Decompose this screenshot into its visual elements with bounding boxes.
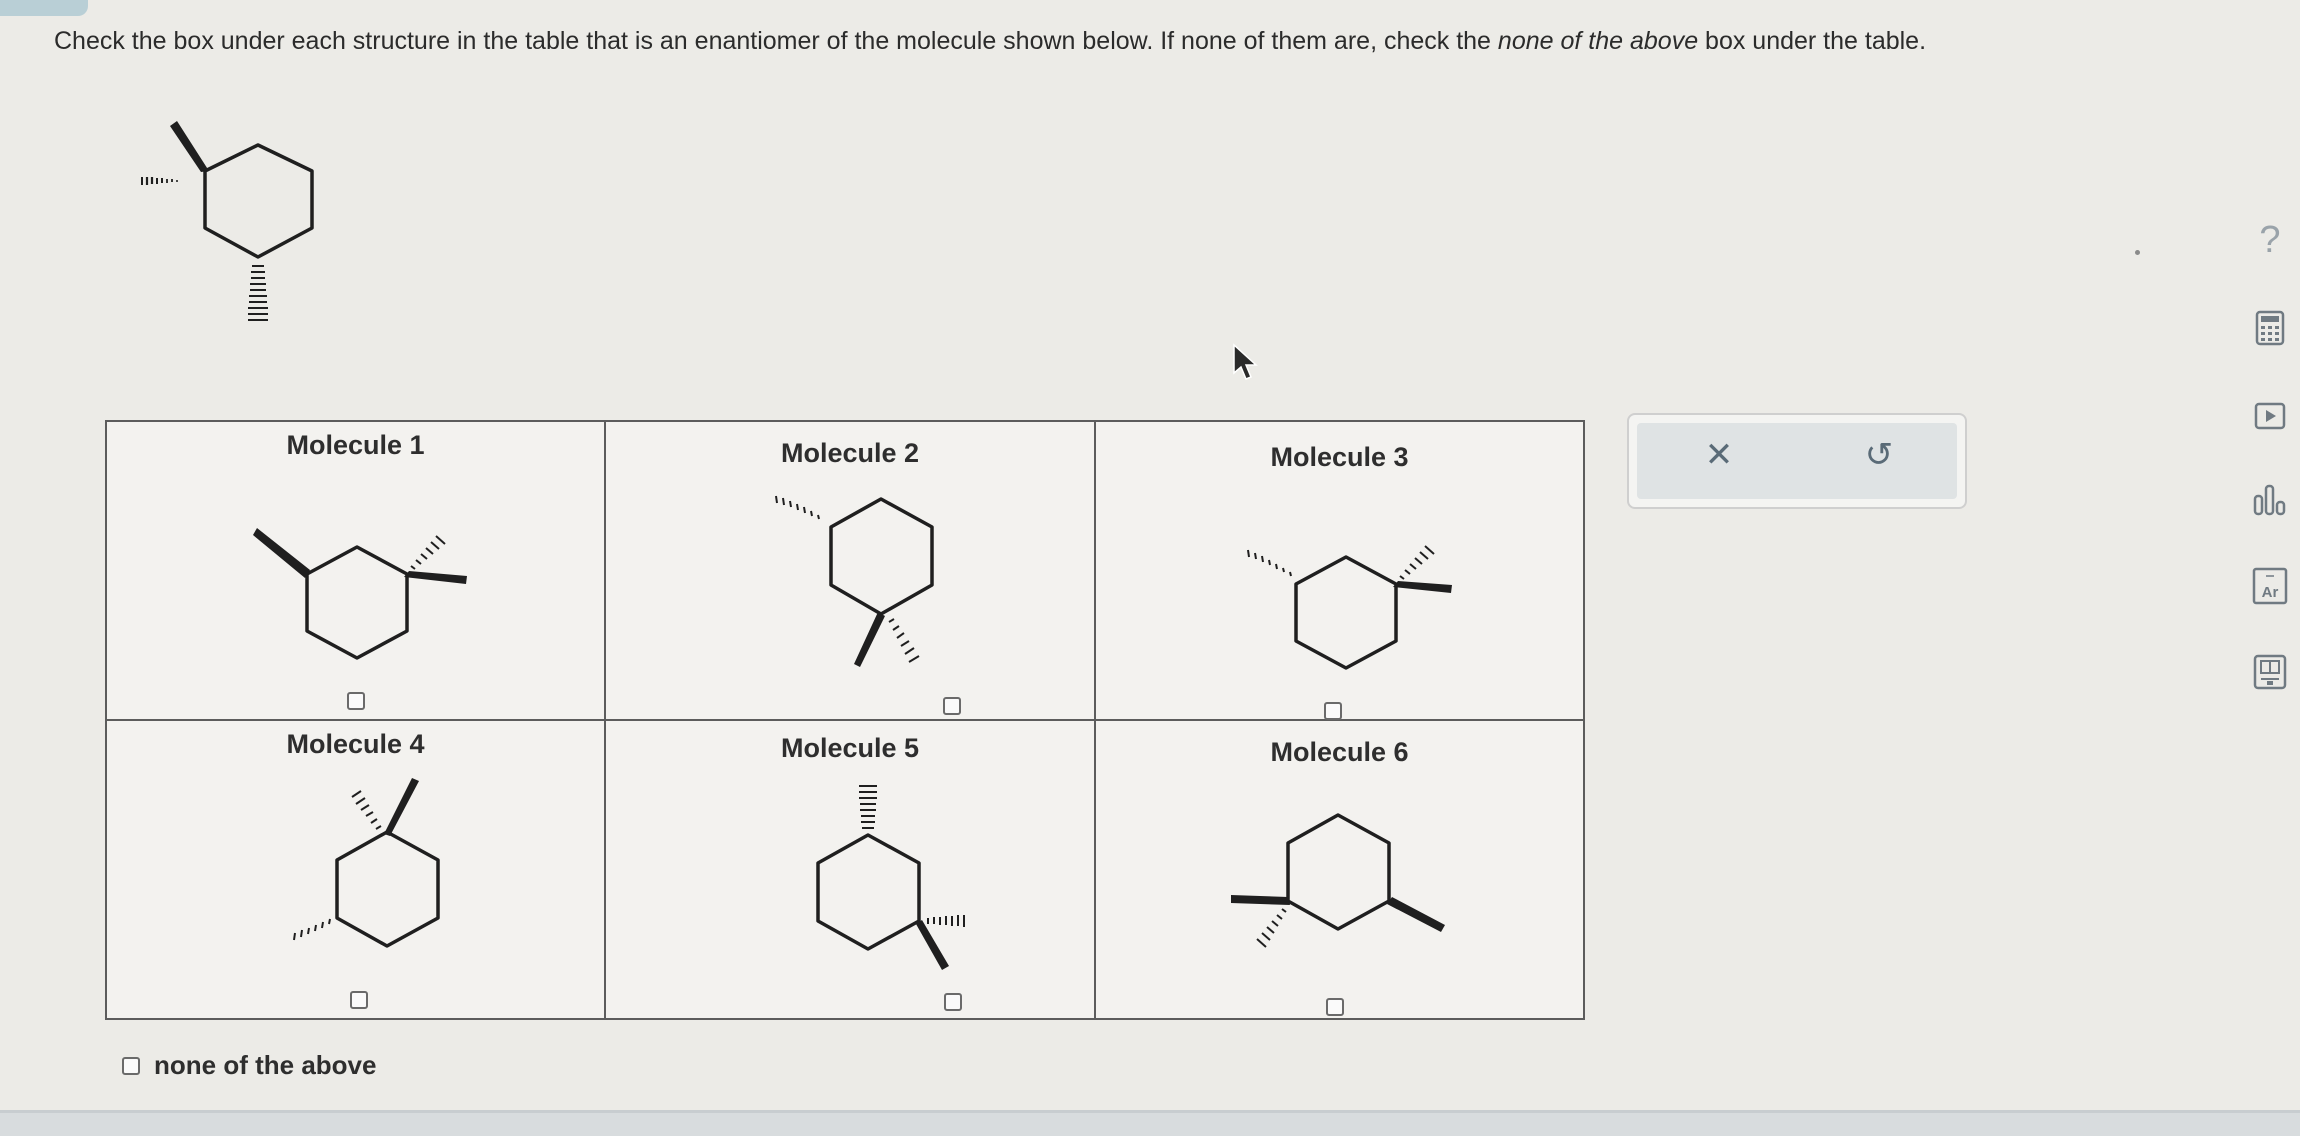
molecule-5-checkbox[interactable] <box>944 993 962 1011</box>
mouse-cursor-icon <box>1232 343 1260 388</box>
molecule-5-label: Molecule 5 <box>780 733 920 763</box>
molecule-4-checkbox[interactable] <box>350 991 368 1009</box>
question-text-part2: box under the table. <box>1698 27 1927 55</box>
molecule-2-structure <box>775 495 934 667</box>
periodic-table-icon-text: Ar <box>2262 584 2279 601</box>
help-button[interactable]: ? <box>2250 218 2290 261</box>
textbook-icon <box>2253 654 2287 690</box>
molecule-2-checkbox[interactable] <box>943 697 961 715</box>
cell-molecule-1: Molecule 1 <box>107 422 604 719</box>
bottom-bar <box>0 1110 2300 1136</box>
calculator-icon <box>2255 310 2285 346</box>
reference-molecule <box>141 121 314 321</box>
cell-molecule-2: Molecule 2 <box>606 422 1094 719</box>
molecule-2-label: Molecule 2 <box>780 438 920 468</box>
molecule-1-label: Molecule 1 <box>286 430 425 460</box>
video-button[interactable] <box>2250 396 2290 436</box>
question-text-emphasis: none of the above <box>1497 27 1699 55</box>
periodic-table-button[interactable]: Ar <box>2250 566 2290 606</box>
undo-icon: ↺ <box>1864 436 1894 474</box>
molecule-table: Molecule 1 Molecule 2 Molecule 3 Molecul… <box>105 420 1585 1020</box>
molecule-6-label: Molecule 6 <box>1270 737 1409 767</box>
molecule-3-checkbox[interactable] <box>1324 702 1342 720</box>
molecule-4-structure <box>293 778 440 948</box>
question-text: Check the box under each structure in th… <box>54 28 2204 55</box>
cell-molecule-3: Molecule 3 <box>1096 422 1583 720</box>
screen-dust-dot <box>2135 250 2140 255</box>
molecule-4-label: Molecule 4 <box>286 729 425 759</box>
molecule-1-structure <box>253 528 467 660</box>
molecule-6-structure <box>1231 813 1445 948</box>
undo-button[interactable]: ↺ <box>1857 433 1901 477</box>
close-icon: ✕ <box>1704 436 1734 474</box>
molecule-6-checkbox[interactable] <box>1326 998 1344 1016</box>
cell-molecule-5: Molecule 5 <box>606 721 1094 1018</box>
molecule-3-structure <box>1247 545 1452 670</box>
answer-action-panel: ✕ ↺ <box>1627 413 1967 509</box>
none-of-the-above-option[interactable]: none of the above <box>122 1050 376 1081</box>
video-play-icon <box>2254 402 2286 430</box>
molecule-5-structure <box>816 785 965 970</box>
question-mark-icon: ? <box>2259 218 2281 261</box>
calculator-button[interactable] <box>2250 308 2290 348</box>
cell-molecule-6: Molecule 6 <box>1096 721 1583 1018</box>
molecule-3-label: Molecule 3 <box>1270 442 1409 472</box>
none-of-the-above-label: none of the above <box>154 1050 377 1080</box>
molecule-1-checkbox[interactable] <box>347 692 365 710</box>
clear-button[interactable]: ✕ <box>1697 433 1741 477</box>
question-text-part1: Check the box under each structure in th… <box>54 27 1498 55</box>
periodic-table-icon: Ar <box>2252 567 2288 605</box>
cell-molecule-4: Molecule 4 <box>107 721 604 1018</box>
top-tab-strip <box>0 0 88 16</box>
answer-action-panel-inner <box>1637 423 1957 499</box>
none-of-the-above-checkbox[interactable] <box>122 1056 140 1075</box>
chart-bars-icon <box>2253 484 2286 516</box>
data-chart-button[interactable] <box>2250 480 2290 520</box>
textbook-button[interactable] <box>2250 652 2290 692</box>
